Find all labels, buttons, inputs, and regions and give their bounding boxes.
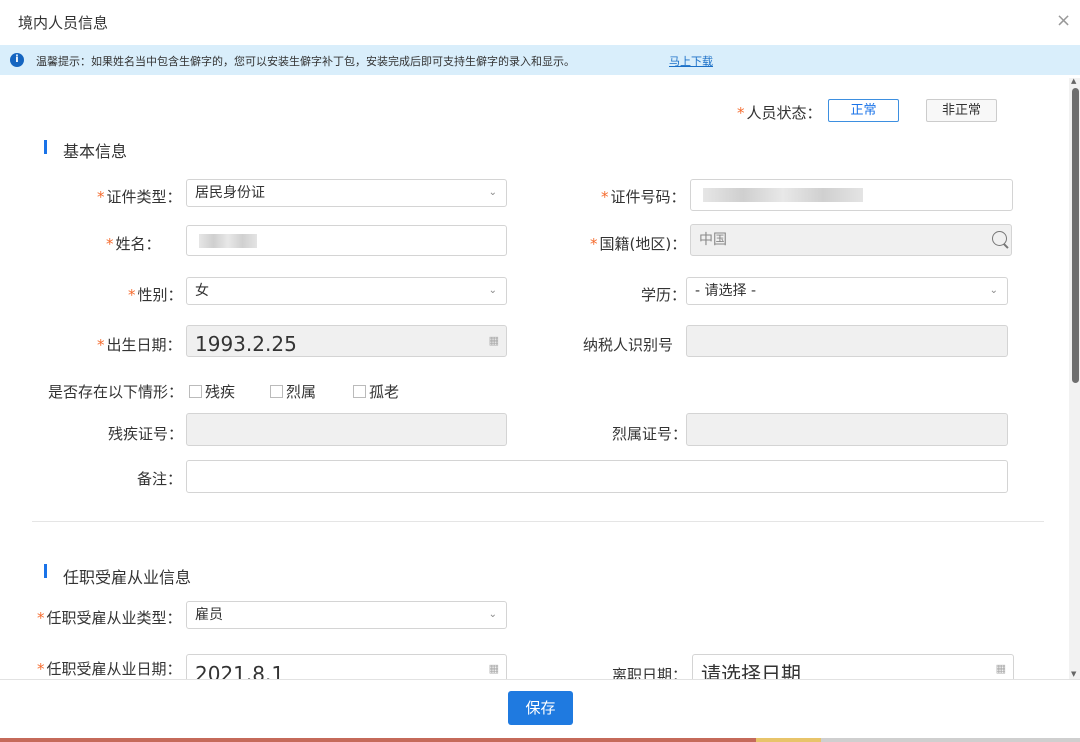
remark-label: 备注：	[137, 470, 183, 488]
checkbox-disability[interactable]: 残疾	[189, 381, 235, 402]
status-abnormal-button[interactable]: 非正常	[926, 99, 997, 122]
name-label: * 姓名：	[106, 235, 161, 253]
leave-date-input[interactable]: 请选择日期 ▦	[692, 654, 1014, 679]
gender-select[interactable]: 女 ⌄	[186, 277, 507, 305]
clipped-row: * 任职受雇从业日期： 2021.8.1 ▦ 离职日期： 请选择日期 ▦	[0, 650, 1068, 679]
section-marker	[44, 140, 47, 154]
info-icon: i	[10, 53, 24, 67]
section-marker	[44, 564, 47, 578]
close-icon[interactable]: ×	[1056, 10, 1071, 31]
birth-date-label: * 出生日期：	[97, 336, 182, 354]
employment-date-input[interactable]: 2021.8.1 ▦	[186, 654, 507, 679]
download-link[interactable]: 马上下载	[669, 53, 713, 69]
status-normal-button[interactable]: 正常	[828, 99, 899, 122]
checkbox-martyr[interactable]: 烈属	[270, 381, 316, 402]
leave-date-label: 离职日期：	[612, 666, 688, 679]
nationality-label: * 国籍(地区)：	[590, 235, 687, 253]
scroll-up-icon[interactable]: ▲	[1071, 77, 1076, 85]
disability-no-input[interactable]	[186, 413, 507, 446]
nationality-input[interactable]: 中国	[690, 224, 1012, 256]
situations-label: 是否存在以下情形：	[48, 383, 184, 401]
chevron-down-icon: ⌄	[989, 285, 998, 296]
checkbox-box[interactable]	[270, 385, 283, 398]
id-number-input[interactable]	[690, 179, 1013, 211]
tax-id-label: 纳税人识别号	[583, 336, 674, 354]
save-button[interactable]: 保存	[508, 691, 573, 725]
chevron-down-icon: ⌄	[488, 285, 497, 296]
remark-input[interactable]	[186, 460, 1008, 493]
martyr-no-label: 烈属证号：	[612, 425, 688, 443]
checkbox-box[interactable]	[353, 385, 366, 398]
checkbox-box[interactable]	[189, 385, 202, 398]
tax-id-input[interactable]	[686, 325, 1008, 357]
dialog-title: 境内人员信息	[18, 14, 109, 32]
id-type-select[interactable]: 居民身份证 ⌄	[186, 179, 507, 207]
redacted-value	[703, 188, 863, 202]
required-mark: *	[737, 104, 745, 122]
employment-type-label: * 任职受雇从业类型：	[37, 609, 182, 627]
footer-divider	[0, 679, 1080, 680]
calendar-icon[interactable]: ▦	[489, 655, 499, 679]
scroll-down-icon[interactable]: ▼	[1071, 670, 1076, 678]
section-divider	[32, 521, 1044, 522]
calendar-icon[interactable]: ▦	[489, 326, 499, 356]
chevron-down-icon: ⌄	[488, 609, 497, 620]
id-number-label: * 证件号码：	[601, 188, 686, 206]
checkbox-elderly[interactable]: 孤老	[353, 381, 399, 402]
gender-label: * 性别：	[128, 286, 183, 304]
status-label: * 人员状态：	[737, 104, 822, 122]
section-title-employment: 任职受雇从业信息	[63, 568, 192, 587]
section-title-basic: 基本信息	[63, 142, 128, 161]
search-icon[interactable]	[992, 231, 1007, 246]
education-select[interactable]: - 请选择 - ⌄	[686, 277, 1008, 305]
tip-text: 温馨提示：如果姓名当中包含生僻字的，您可以安装生僻字补丁包，安装完成后即可支持生…	[36, 55, 575, 68]
employment-type-select[interactable]: 雇员 ⌄	[186, 601, 507, 629]
calendar-icon[interactable]: ▦	[996, 655, 1006, 679]
employment-date-label: * 任职受雇从业日期：	[37, 660, 182, 678]
birth-date-input[interactable]: 1993.2.25 ▦	[186, 325, 507, 357]
chevron-down-icon: ⌄	[488, 187, 497, 198]
redacted-value	[199, 234, 257, 248]
bottom-strip	[0, 738, 1080, 742]
disability-no-label: 残疾证号：	[108, 425, 184, 443]
name-input[interactable]	[186, 225, 507, 256]
education-label: 学历：	[641, 286, 687, 304]
martyr-no-input[interactable]	[686, 413, 1008, 446]
id-type-label: * 证件类型：	[97, 188, 182, 206]
scrollbar-thumb[interactable]	[1072, 88, 1079, 383]
